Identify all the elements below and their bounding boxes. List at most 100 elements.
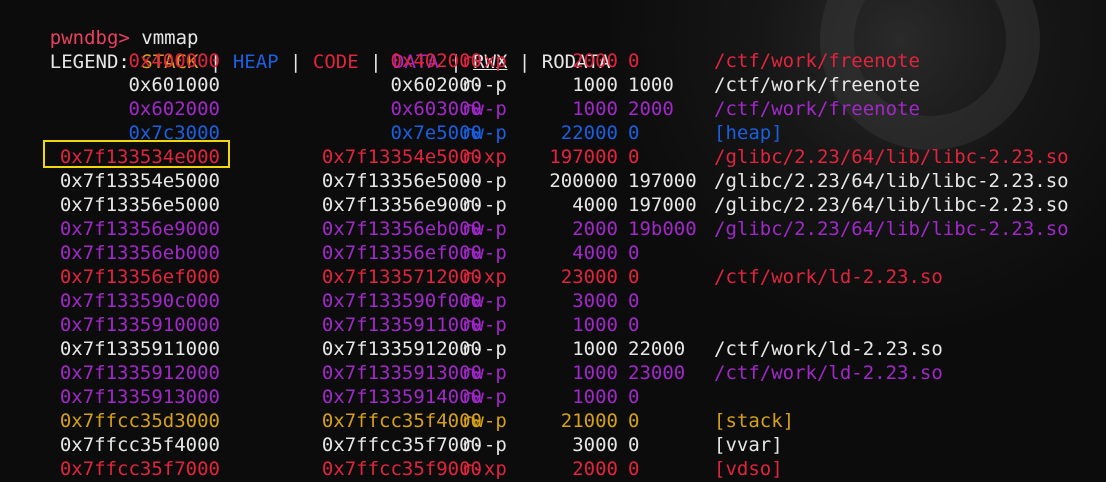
path: /ctf/work/ld-2.23.so: [714, 338, 943, 360]
permissions: rw-p: [461, 314, 507, 336]
end-address: 0x7f13356ef000: [321, 242, 482, 264]
start-address: 0x7f1335910000: [59, 314, 220, 336]
table-row: 0x7f133590c000 0x7f133590f000 rw-p 3000 …: [0, 289, 1106, 313]
table-row: 0x7f1335912000 0x7f1335913000 rw-p 1000 …: [0, 361, 1106, 385]
table-row: 0x7f13356e5000 0x7f13356e9000 r--p 4000 …: [0, 193, 1106, 217]
permissions: r--p: [461, 74, 507, 96]
offset: 0: [628, 386, 640, 408]
end-address: 0x7f1335914000: [321, 386, 482, 408]
start-address: 0x400000: [128, 50, 220, 72]
permissions: rw-p: [461, 362, 507, 384]
table-row: 0x7f13356eb000 0x7f13356ef000 rw-p 4000 …: [0, 241, 1106, 265]
start-address: 0x7f13356e9000: [59, 218, 220, 240]
table-row: 0x601000 0x602000 r--p 1000 1000 /ctf/wo…: [0, 73, 1106, 97]
end-address: 0x7ffcc35f9000: [321, 458, 482, 480]
end-address: 0x7f13356e5000: [321, 170, 482, 192]
path: /glibc/2.23/64/lib/libc-2.23.so: [714, 218, 1069, 240]
permissions: rw-p: [461, 98, 507, 120]
offset: 19b000: [628, 218, 697, 240]
offset: 197000: [628, 170, 697, 192]
size: 2000: [572, 458, 618, 480]
offset: 0: [628, 410, 640, 432]
path: /ctf/work/freenote: [714, 74, 920, 96]
size: 1000: [572, 338, 618, 360]
size: 1000: [572, 314, 618, 336]
offset: 0: [628, 122, 640, 144]
size: 3000: [572, 434, 618, 456]
start-address: 0x601000: [128, 74, 220, 96]
offset: 197000: [628, 194, 697, 216]
table-row: 0x7f13356e9000 0x7f13356eb000 rw-p 2000 …: [0, 217, 1106, 241]
path: /glibc/2.23/64/lib/libc-2.23.so: [714, 146, 1069, 168]
end-address: 0x7ffcc35f4000: [321, 410, 482, 432]
terminal-window[interactable]: pwndbg> vmmap LEGEND: STACK | HEAP | COD…: [0, 0, 1106, 482]
permissions: r-xp: [461, 146, 507, 168]
path: /glibc/2.23/64/lib/libc-2.23.so: [714, 170, 1069, 192]
path: [vdso]: [714, 458, 783, 480]
end-address: 0x7f1335912000: [321, 338, 482, 360]
permissions: r-xp: [461, 458, 507, 480]
end-address: 0x7f13356e9000: [321, 194, 482, 216]
table-row: 0x602000 0x603000 rw-p 1000 2000 /ctf/wo…: [0, 97, 1106, 121]
offset: 22000: [628, 338, 686, 360]
start-address: 0x7f13356eb000: [59, 242, 220, 264]
table-row: 0x7f1335911000 0x7f1335912000 r--p 1000 …: [0, 337, 1106, 361]
permissions: rw-p: [461, 122, 507, 144]
table-row: 0x7f1335910000 0x7f1335911000 rw-p 1000 …: [0, 313, 1106, 337]
permissions: ---p: [461, 170, 507, 192]
offset: 23000: [628, 362, 686, 384]
size: 22000: [560, 122, 618, 144]
path: /ctf/work/ld-2.23.so: [714, 266, 943, 288]
size: 197000: [549, 146, 618, 168]
size: 2000: [572, 218, 618, 240]
permissions: r--p: [461, 434, 507, 456]
start-address: 0x602000: [128, 98, 220, 120]
size: 1000: [572, 74, 618, 96]
end-address: 0x7f13356eb000: [321, 218, 482, 240]
table-row: 0x7ffcc35f4000 0x7ffcc35f7000 r--p 3000 …: [0, 433, 1106, 457]
start-address: 0x7f13356ef000: [59, 266, 220, 288]
size: 3000: [572, 290, 618, 312]
start-address: 0x7ffcc35f4000: [59, 434, 220, 456]
offset: 1000: [628, 74, 674, 96]
size: 2000: [572, 50, 618, 72]
offset: 0: [628, 146, 640, 168]
size: 1000: [572, 386, 618, 408]
path: /ctf/work/freenote: [714, 98, 920, 120]
table-row: 0x7f13354e5000 0x7f13356e5000 ---p 20000…: [0, 169, 1106, 193]
start-address: 0x7f13354e5000: [59, 170, 220, 192]
permissions: r--p: [461, 194, 507, 216]
highlight-box: [43, 140, 230, 168]
start-address: 0x7f13356e5000: [59, 194, 220, 216]
offset: 0: [628, 458, 640, 480]
path: /ctf/work/ld-2.23.so: [714, 362, 943, 384]
table-row: 0x400000 0x402000 r-xp 2000 0 /ctf/work/…: [0, 49, 1106, 73]
permissions: rw-p: [461, 290, 507, 312]
permissions: rw-p: [461, 386, 507, 408]
size: 4000: [572, 242, 618, 264]
permissions: r--p: [461, 338, 507, 360]
end-address: 0x7f133590f000: [321, 290, 482, 312]
start-address: 0x7ffcc35f7000: [59, 458, 220, 480]
path: [vvar]: [714, 434, 783, 456]
offset: 0: [628, 290, 640, 312]
offset: 0: [628, 50, 640, 72]
size: 200000: [549, 170, 618, 192]
size: 1000: [572, 362, 618, 384]
size: 1000: [572, 98, 618, 120]
path: /ctf/work/freenote: [714, 50, 920, 72]
permissions: r-xp: [461, 50, 507, 72]
end-address: 0x7f1335911000: [321, 314, 482, 336]
permissions: rw-p: [461, 218, 507, 240]
start-address: 0x7f133590c000: [59, 290, 220, 312]
offset: 2000: [628, 98, 674, 120]
path: [heap]: [714, 122, 783, 144]
offset: 0: [628, 434, 640, 456]
path: /glibc/2.23/64/lib/libc-2.23.so: [714, 194, 1069, 216]
table-row: 0x7f13356ef000 0x7f1335712000 r-xp 23000…: [0, 265, 1106, 289]
permissions: r-xp: [461, 266, 507, 288]
table-row: 0x7f1335913000 0x7f1335914000 rw-p 1000 …: [0, 385, 1106, 409]
prompt-line: pwndbg> vmmap: [4, 2, 199, 49]
table-row: 0x7ffcc35f7000 0x7ffcc35f9000 r-xp 2000 …: [0, 457, 1106, 481]
permissions: rw-p: [461, 410, 507, 432]
